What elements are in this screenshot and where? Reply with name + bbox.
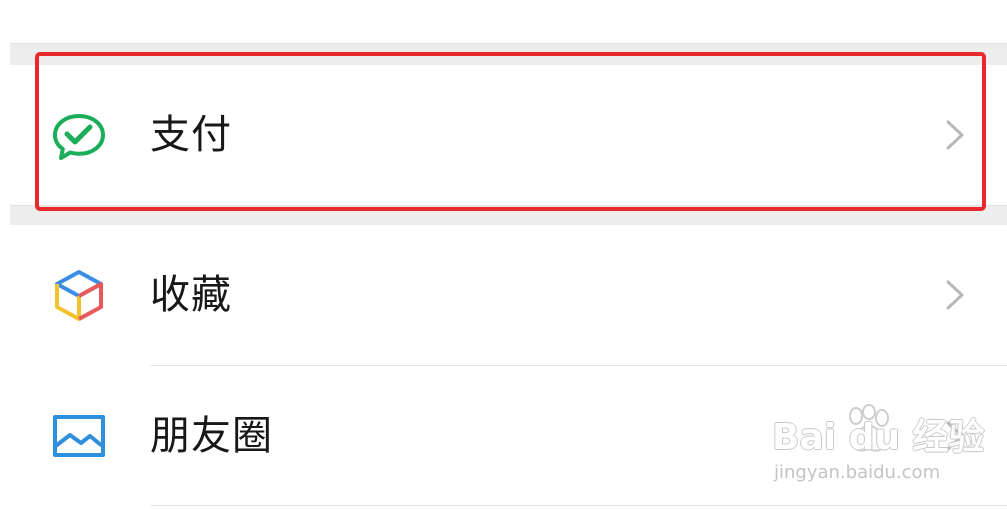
section-gap bbox=[10, 43, 1007, 65]
top-blank-area bbox=[10, 0, 1007, 43]
menu-item-label: 收藏 bbox=[150, 272, 232, 318]
wechat-pay-icon bbox=[53, 114, 105, 160]
chevron-right-icon bbox=[946, 280, 964, 310]
watermark-url: jingyan.baidu.com bbox=[774, 462, 941, 483]
row-divider bbox=[150, 505, 1007, 506]
menu-item-label: 朋友圈 bbox=[150, 413, 273, 459]
menu-item-pay[interactable]: 支付 bbox=[10, 65, 1007, 205]
menu-item-favorites[interactable]: 收藏 bbox=[10, 225, 1007, 365]
watermark-brand: Bai du 经验 bbox=[772, 417, 985, 458]
moments-photo-icon bbox=[53, 415, 105, 457]
favorites-cube-icon bbox=[55, 270, 103, 321]
menu-item-label: 支付 bbox=[150, 112, 232, 158]
chevron-right-icon bbox=[946, 120, 964, 150]
baidu-jingyan-watermark: Bai du 经验 jingyan.baidu.com bbox=[772, 404, 985, 492]
section-gap bbox=[10, 205, 1007, 225]
